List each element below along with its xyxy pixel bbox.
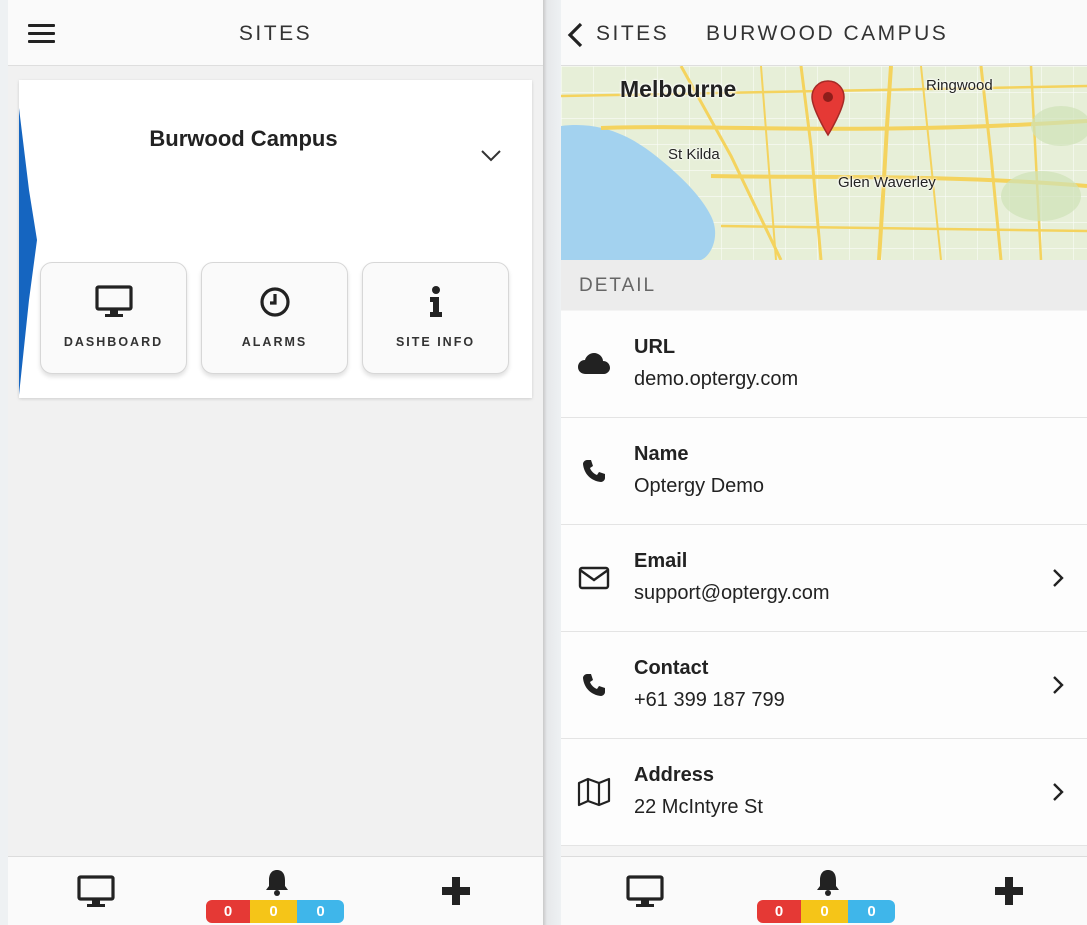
critical-alarm-count: 0 [757,900,801,923]
top-bar: SITES BURWOOD CAMPUS [561,0,1087,66]
warning-alarm-count: 0 [250,900,297,923]
screen-divider [543,0,561,925]
detail-section-header: DETAIL [561,260,1087,310]
map-label-glen-waverley: Glen Waverley [838,174,936,191]
detail-label: Contact [634,657,709,679]
detail-value: demo.optergy.com [634,368,799,390]
info-alarm-count: 0 [848,900,895,923]
warning-alarm-count: 0 [801,900,848,923]
bell-icon[interactable] [815,868,841,896]
site-info-screen: SITES BURWOOD CAMPUS Melbourne Ringwood … [561,0,1087,925]
monitor-icon[interactable] [77,875,115,909]
dashboard-button[interactable]: DASHBOARD [40,262,187,374]
sites-screen: SITES Burwood Campus DASHBOARD ALARMS SI… [8,0,543,925]
alarm-count-badges[interactable]: 0 0 0 [206,900,344,923]
detail-value: +61 399 187 799 [634,689,785,711]
top-bar: SITES [8,0,543,66]
map-label-st-kilda: St Kilda [668,146,720,163]
detail-row-name[interactable]: Name Optergy Demo [561,418,1087,525]
map-icon [577,775,611,809]
cloud-icon [577,347,611,381]
phone-icon [577,668,611,702]
detail-label: URL [634,336,676,358]
phone-icon [577,454,611,488]
detail-row-email[interactable]: Email support@optergy.com [561,525,1087,632]
monitor-icon[interactable] [626,875,664,909]
chevron-left-icon[interactable] [567,22,583,48]
site-map[interactable]: Melbourne Ringwood St Kilda Glen Waverle… [561,66,1087,260]
monitor-icon [94,285,133,317]
info-icon [429,286,442,317]
site-info-button[interactable]: SITE INFO [362,262,509,374]
dashboard-label: DASHBOARD [63,335,164,349]
detail-value: Optergy Demo [634,475,765,497]
bell-icon[interactable] [264,868,290,896]
page-title: SITES [238,22,313,45]
detail-row-url[interactable]: URL demo.optergy.com [561,311,1087,418]
alarm-count-badges[interactable]: 0 0 0 [757,900,895,923]
detail-row-contact[interactable]: Contact +61 399 187 799 [561,632,1087,739]
chevron-down-icon[interactable] [481,150,501,162]
detail-value: support@optergy.com [634,582,830,604]
page-title: BURWOOD CAMPUS [706,22,949,45]
info-alarm-count: 0 [297,900,344,923]
clock-icon [259,287,290,317]
map-label-ringwood: Ringwood [926,77,993,94]
detail-row-address[interactable]: Address 22 McIntyre St [561,739,1087,846]
bottom-nav-bar: 0 0 0 [561,856,1087,925]
chevron-right-icon[interactable] [1052,782,1064,802]
site-name: Burwood Campus [149,126,338,151]
detail-label: Address [634,764,715,786]
detail-label: Name [634,443,689,465]
site-info-label: SITE INFO [395,335,476,349]
alarms-button[interactable]: ALARMS [201,262,348,374]
plus-icon[interactable] [442,877,470,905]
map-marker-icon[interactable] [810,79,846,137]
alarms-label: ALARMS [241,335,308,349]
site-card: Burwood Campus DASHBOARD ALARMS SITE INF… [19,80,532,398]
envelope-icon [577,561,611,595]
bottom-nav-bar: 0 0 0 [8,856,543,925]
detail-label: Email [634,550,688,572]
map-label-melbourne: Melbourne [620,76,737,102]
detail-value: 22 McIntyre St [634,796,763,818]
back-button[interactable]: SITES [596,22,669,46]
critical-alarm-count: 0 [206,900,250,923]
plus-icon[interactable] [995,877,1023,905]
chevron-right-icon[interactable] [1052,568,1064,588]
chevron-right-icon[interactable] [1052,675,1064,695]
